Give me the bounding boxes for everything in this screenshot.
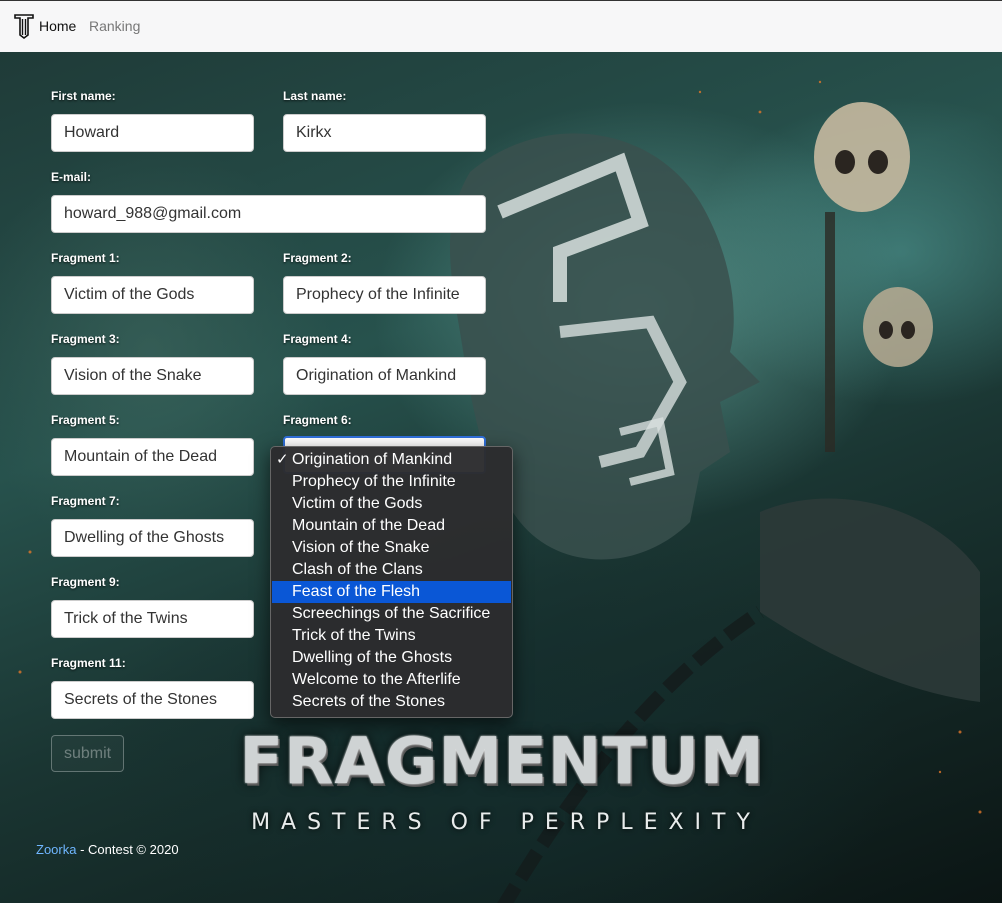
nav-link-home[interactable]: Home: [39, 18, 76, 34]
dropdown-option[interactable]: Dwelling of the Ghosts: [271, 647, 512, 669]
nav-link-ranking[interactable]: Ranking: [89, 18, 140, 34]
fragment-4-label: Fragment 4:: [283, 332, 352, 346]
dropdown-option[interactable]: Screechings of the Sacrifice: [271, 603, 512, 625]
top-navbar: Home Ranking: [0, 0, 1002, 52]
fragment-7-select[interactable]: Dwelling of the Ghosts: [51, 519, 254, 557]
brand-title: FRAGMENTUM: [239, 725, 765, 799]
last-name-label: Last name:: [283, 89, 347, 103]
dropdown-option[interactable]: Vision of the Snake: [271, 537, 512, 559]
fragment-1-label: Fragment 1:: [51, 251, 120, 265]
fragment-5-label: Fragment 5:: [51, 413, 120, 427]
fragment-7-label: Fragment 7:: [51, 494, 120, 508]
dropdown-option[interactable]: Mountain of the Dead: [271, 515, 512, 537]
dropdown-option[interactable]: Clash of the Clans: [271, 559, 512, 581]
email-input[interactable]: howard_988@gmail.com: [51, 195, 486, 233]
dropdown-option[interactable]: Welcome to the Afterlife: [271, 669, 512, 691]
dropdown-option-highlighted[interactable]: Feast of the Flesh: [272, 581, 511, 603]
fragment-9-label: Fragment 9:: [51, 575, 120, 589]
footer-text: - Contest © 2020: [76, 842, 179, 857]
dropdown-option[interactable]: Trick of the Twins: [271, 625, 512, 647]
fragment-2-select[interactable]: Prophecy of the Infinite: [283, 276, 486, 314]
fragment-3-label: Fragment 3:: [51, 332, 120, 346]
dropdown-option[interactable]: Prophecy of the Infinite: [271, 471, 512, 493]
fragment-6-dropdown-menu: ✓ Origination of Mankind Prophecy of the …: [270, 446, 513, 718]
email-label: E-mail:: [51, 170, 92, 184]
footer-link-zoorka[interactable]: Zoorka: [36, 842, 76, 857]
brand-tagline: MASTERS OF PERPLEXITY: [251, 810, 761, 835]
logo-icon[interactable]: [14, 13, 34, 39]
fragment-2-label: Fragment 2:: [283, 251, 352, 265]
first-name-label: First name:: [51, 89, 116, 103]
dropdown-option[interactable]: ✓ Origination of Mankind: [271, 449, 512, 471]
submit-button[interactable]: submit: [51, 735, 124, 772]
fragment-6-label: Fragment 6:: [283, 413, 352, 427]
fragment-5-select[interactable]: Mountain of the Dead: [51, 438, 254, 476]
fragment-11-select[interactable]: Secrets of the Stones: [51, 681, 254, 719]
dropdown-option[interactable]: Secrets of the Stones: [271, 691, 512, 713]
checkmark-icon: ✓: [276, 451, 289, 468]
footer: Zoorka - Contest © 2020: [36, 842, 179, 857]
fragment-1-select[interactable]: Victim of the Gods: [51, 276, 254, 314]
first-name-input[interactable]: Howard: [51, 114, 254, 152]
fragment-4-select[interactable]: Origination of Mankind: [283, 357, 486, 395]
fragment-9-select[interactable]: Trick of the Twins: [51, 600, 254, 638]
dropdown-option[interactable]: Victim of the Gods: [271, 493, 512, 515]
fragment-11-label: Fragment 11:: [51, 656, 126, 670]
fragment-3-select[interactable]: Vision of the Snake: [51, 357, 254, 395]
last-name-input[interactable]: Kirkx: [283, 114, 486, 152]
